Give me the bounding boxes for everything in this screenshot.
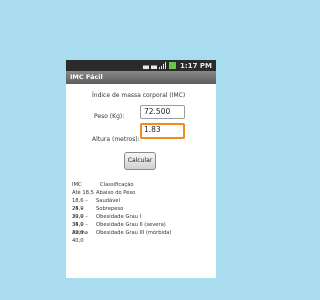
weight-input[interactable]: 72.500 bbox=[140, 105, 185, 119]
table-cell-class: Sobrepeso bbox=[96, 206, 124, 212]
signal-icon bbox=[159, 62, 167, 69]
battery-icon bbox=[169, 62, 177, 69]
table-cell-imc: Acima 40,0 bbox=[72, 230, 88, 244]
form-header: Índice de massa corporal (IMC) bbox=[92, 92, 186, 99]
table-row: 35,0 – 39,9 Obesidade Grau II (severa) bbox=[72, 221, 200, 236]
height-label: Altura (metros): bbox=[92, 136, 140, 143]
table-row: 30,0 – 34,9 Obesidade Grau I bbox=[72, 213, 200, 228]
status-bar: 1:17 PM bbox=[66, 60, 216, 71]
app-title-bar: IMC Fácil bbox=[66, 71, 216, 84]
table-header-classification: Classificação bbox=[100, 182, 134, 188]
table-cell-class: Abaixo do Peso bbox=[96, 190, 136, 196]
usb-icon bbox=[143, 62, 150, 69]
table-row: 18,6 – 24,9 Saudável bbox=[72, 197, 200, 212]
table-cell-imc: 25 – 29,9 bbox=[72, 206, 84, 220]
weight-label: Peso (Kg): bbox=[94, 113, 125, 120]
table-cell-imc: 30,0 – 34,9 bbox=[72, 214, 88, 228]
table-cell-imc: Até 18,5 bbox=[72, 190, 94, 196]
status-time: 1:17 PM bbox=[180, 61, 212, 70]
status-icons: 1:17 PM bbox=[143, 61, 212, 70]
table-header-imc: IMC bbox=[72, 182, 82, 188]
table-cell-imc: 35,0 – 39,9 bbox=[72, 222, 88, 236]
notification-icon bbox=[151, 62, 158, 69]
table-row: Até 18,5 Abaixo do Peso bbox=[72, 189, 200, 197]
table-cell-class: Obesidade Grau II (severa) bbox=[96, 222, 166, 228]
classification-table: IMC Classificação Até 18,5 Abaixo do Pes… bbox=[72, 181, 200, 244]
phone-screen: 1:17 PM IMC Fácil Índice de massa corpor… bbox=[66, 60, 216, 278]
table-cell-class: Saudável bbox=[96, 198, 120, 204]
table-row: Acima 40,0 Obesidade Grau III (mórbida) bbox=[72, 229, 200, 244]
calculate-button[interactable]: Calcular bbox=[124, 152, 156, 170]
table-cell-class: Obesidade Grau III (mórbida) bbox=[96, 230, 172, 236]
table-cell-class: Obesidade Grau I bbox=[96, 214, 142, 220]
table-row: 25 – 29,9 Sobrepeso bbox=[72, 205, 200, 220]
table-header: IMC Classificação bbox=[72, 181, 200, 189]
height-input[interactable]: 1.83 bbox=[140, 123, 185, 139]
table-cell-imc: 18,6 – 24,9 bbox=[72, 198, 88, 212]
